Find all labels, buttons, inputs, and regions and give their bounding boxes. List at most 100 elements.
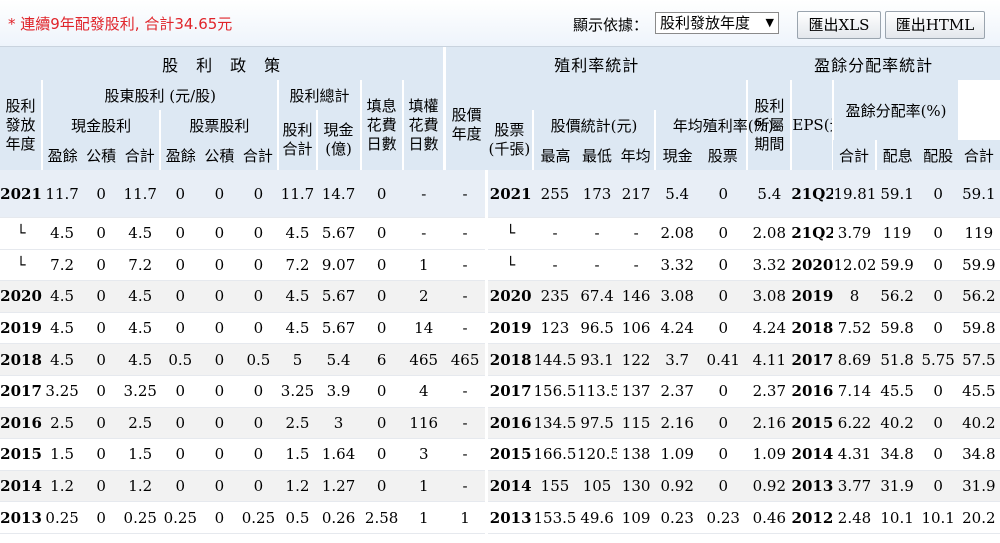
table-cell-c11: - bbox=[444, 407, 487, 440]
table-cell-year: 2016 bbox=[0, 407, 43, 440]
table-cell-p2: 0 bbox=[918, 249, 958, 282]
table-cell-c9: 0 bbox=[360, 312, 403, 345]
table-cell-c1: 0.25 bbox=[42, 501, 83, 534]
table-row: 2013 0.25 0 0.25 0.25 0 0.25 0.5 0.26 2.58 1 1 2013 1… bbox=[0, 501, 1000, 534]
price-stats-header: 股價統計(元) bbox=[531, 110, 656, 140]
col-header: 盈餘 bbox=[41, 140, 83, 170]
table-cell-year: 2014 bbox=[0, 470, 43, 503]
table-cell-p1: 31.9 bbox=[875, 470, 919, 503]
table-cell-c4: 0 bbox=[160, 375, 201, 408]
table-cell-pyear: 2017 bbox=[485, 375, 533, 408]
table-cell-lo: 173 bbox=[577, 170, 618, 218]
table-cell-c2: 0 bbox=[82, 407, 121, 440]
table-cell-c3: 3.25 bbox=[120, 375, 161, 408]
table-cell-c10: 2 bbox=[402, 280, 445, 313]
table-cell-yc: 3.32 bbox=[655, 249, 700, 282]
table-cell-av: 115 bbox=[617, 407, 656, 440]
table-cell-c4: 0 bbox=[160, 438, 201, 471]
table-cell-ys: 0 bbox=[699, 217, 748, 250]
export-xls-button[interactable]: 匯出XLS bbox=[797, 11, 881, 39]
dividend-summary: * 連續9年配發股利, 合計34.65元 bbox=[8, 14, 233, 33]
table-cell-c3: 4.5 bbox=[120, 217, 161, 250]
table-cell-yt: 3.08 bbox=[747, 280, 792, 313]
table-cell-c7: 1.5 bbox=[278, 438, 317, 471]
table-cell-c11: - bbox=[444, 470, 487, 503]
table-cell-c5: 0 bbox=[200, 217, 239, 250]
export-html-button[interactable]: 匯出HTML bbox=[885, 11, 985, 39]
table-cell-c9: 0 bbox=[360, 249, 403, 282]
fill-right-days-header: 填權花費日數 bbox=[401, 80, 445, 170]
table-cell-p1: 59.9 bbox=[875, 249, 919, 282]
col-header: 公積 bbox=[82, 140, 121, 170]
table-cell-c8: 5.67 bbox=[316, 280, 361, 313]
table-cell-c10: 14 bbox=[402, 312, 445, 345]
table-cell-eps: 8 bbox=[833, 280, 876, 313]
payout-stats-header: 盈餘分配率統計 bbox=[747, 47, 1000, 80]
table-cell-yt: 2.37 bbox=[747, 375, 792, 408]
table-cell-av: 217 bbox=[617, 170, 656, 218]
table-cell-yt: 0.46 bbox=[747, 501, 792, 534]
toolbar: * 連續9年配發股利, 合計34.65元 顯示依據： 股利發放年度 ▼ 匯出XL… bbox=[0, 0, 1000, 47]
table-cell-p1: 10.1 bbox=[875, 501, 919, 534]
table-cell-lo: 120.5 bbox=[577, 438, 618, 471]
table-cell-c5: 0 bbox=[200, 375, 239, 408]
yield-blank-cell bbox=[486, 80, 748, 110]
table-cell-c4: 0.5 bbox=[160, 343, 201, 376]
table-cell-period: 2014 bbox=[791, 438, 834, 471]
stock-div-header: 股票股利 bbox=[159, 110, 279, 140]
table-cell-c1: 4.5 bbox=[42, 217, 83, 250]
stock-amt-header: 股票(千張) bbox=[486, 110, 533, 170]
table-cell-p1: 34.8 bbox=[875, 438, 919, 471]
col-header: 合計 bbox=[120, 140, 161, 170]
table-cell-c10: - bbox=[402, 217, 445, 250]
table-cell-hi: 134.5 bbox=[532, 407, 578, 440]
table-cell-c8: 14.7 bbox=[316, 170, 361, 218]
table-row: 2018 4.5 0 4.5 0.5 0 0.5 5 5.4 6 465 465 2018 144.5 93… bbox=[0, 343, 1000, 376]
table-cell-c2: 0 bbox=[82, 470, 121, 503]
table-cell-c10: - bbox=[402, 170, 445, 218]
table-cell-lo: - bbox=[577, 249, 618, 282]
table-row: 2017 3.25 0 3.25 0 0 0 3.25 3.9 0 4-2017 156.5 113.5… bbox=[0, 375, 1000, 408]
table-cell-c4: 0 bbox=[160, 407, 201, 440]
table-cell-c4: 0 bbox=[160, 170, 201, 218]
table-cell-c2: 0 bbox=[82, 501, 121, 534]
table-cell-c11: - bbox=[444, 375, 487, 408]
table-cell-c8: 9.07 bbox=[316, 249, 361, 282]
table-cell-c9: 0 bbox=[360, 217, 403, 250]
table-cell-yc: 0.92 bbox=[655, 470, 700, 503]
shareholder-div-header: 股東股利 (元/股) bbox=[41, 80, 279, 110]
table-cell-c7: 4.5 bbox=[278, 280, 317, 313]
table-cell-yc: 2.08 bbox=[655, 217, 700, 250]
table-cell-eps: 2.48 bbox=[833, 501, 876, 534]
col-header: 合計 bbox=[833, 140, 876, 170]
table-cell-yt: 3.32 bbox=[747, 249, 792, 282]
table-cell-yc: 3.7 bbox=[655, 343, 700, 376]
table-body: 2021 11.7 0 11.7 0 0 0 11.7 14.7 0- -2021 255 173 217… bbox=[0, 170, 1000, 534]
table-cell-c2: 0 bbox=[82, 280, 121, 313]
table-cell-c9: 0 bbox=[360, 407, 403, 440]
table-cell-year: 2020 bbox=[0, 280, 43, 313]
table-cell-av: 130 bbox=[617, 470, 656, 503]
sort-by-select[interactable]: 股利發放年度 ▼ bbox=[655, 12, 779, 34]
table-cell-p2: 5.75 bbox=[918, 343, 958, 376]
table-cell-c5: 0 bbox=[200, 249, 239, 282]
table-cell-yc: 2.16 bbox=[655, 407, 700, 440]
sort-by-label: 顯示依據： bbox=[573, 16, 649, 34]
table-cell-p3: 45.5 bbox=[957, 375, 1000, 408]
table-cell-period: 2015 bbox=[791, 407, 834, 440]
table-cell-c6: 0 bbox=[238, 249, 279, 282]
table-cell-c9: 0 bbox=[360, 170, 403, 218]
table-cell-c1: 11.7 bbox=[42, 170, 83, 218]
table-cell-c3: 4.5 bbox=[120, 343, 161, 376]
table-cell-c10: 1 bbox=[402, 501, 445, 534]
table-cell-c6: 0 bbox=[238, 375, 279, 408]
table-cell-c10: 116 bbox=[402, 407, 445, 440]
table-cell-c6: 0 bbox=[238, 312, 279, 345]
table-cell-c6: 0 bbox=[238, 170, 279, 218]
table-cell-p1: 40.2 bbox=[875, 407, 919, 440]
table-cell-ys: 0 bbox=[699, 438, 748, 471]
table-cell-lo: 105 bbox=[577, 470, 618, 503]
table-cell-p2: 0 bbox=[918, 280, 958, 313]
table-cell-hi: - bbox=[532, 217, 578, 250]
col-header: 合計 bbox=[238, 140, 279, 170]
